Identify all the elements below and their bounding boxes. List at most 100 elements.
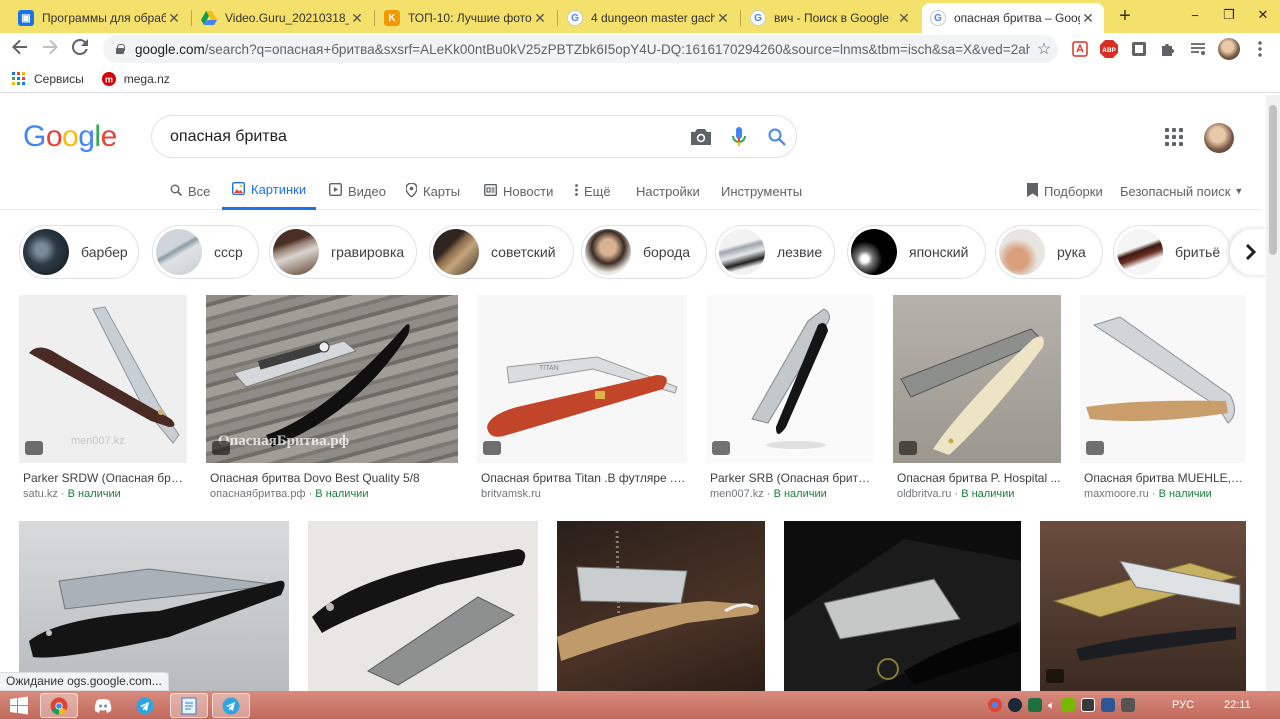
chip-engraving[interactable]: гравировка bbox=[269, 225, 417, 279]
tab-settings[interactable]: Настройки bbox=[636, 172, 700, 210]
close-window-button[interactable]: ✕ bbox=[1246, 0, 1280, 30]
browser-tab[interactable]: K ТОП-10: Лучшие фотор ✕ bbox=[376, 3, 556, 33]
chip-hand[interactable]: рука bbox=[995, 225, 1103, 279]
tab-close-icon[interactable]: ✕ bbox=[1080, 10, 1096, 27]
google-logo[interactable]: Google bbox=[23, 120, 117, 154]
image-result[interactable]: TITAN Опасная бритва Titan .В футляре . … bbox=[477, 295, 687, 505]
browser-tab-active[interactable]: G опасная бритва – Goog ✕ bbox=[922, 3, 1104, 33]
forward-button[interactable] bbox=[38, 37, 62, 61]
start-button[interactable] bbox=[2, 694, 36, 718]
profile-avatar[interactable] bbox=[1218, 38, 1240, 60]
camera-icon[interactable] bbox=[682, 118, 720, 156]
tray-app-icon[interactable] bbox=[1101, 698, 1116, 712]
result-thumbnail[interactable]: TITAN bbox=[477, 295, 687, 463]
taskbar-chrome[interactable] bbox=[40, 693, 78, 718]
tab-maps[interactable]: Карты bbox=[405, 172, 460, 210]
browser-tab[interactable]: G 4 dungeon master gachi ✕ bbox=[559, 3, 739, 33]
result-source[interactable]: britvamsk.ru bbox=[481, 488, 541, 500]
tab-close-icon[interactable]: ✕ bbox=[715, 10, 731, 27]
media-icon[interactable] bbox=[1129, 39, 1149, 59]
tray-app-icon[interactable] bbox=[1028, 698, 1042, 712]
image-result[interactable]: Опасная бритва P. Hospital ... oldbritva… bbox=[893, 295, 1061, 505]
result-caption[interactable]: Опасная бритва MUEHLE, о... bbox=[1084, 471, 1246, 485]
result-caption[interactable]: Опасная бритва Dovo Best Quality 5/8 bbox=[210, 471, 458, 485]
result-source[interactable]: men007.kz · В наличии bbox=[710, 488, 827, 500]
address-bar[interactable]: google.com/search?q=опасная+бритва&sxsrf… bbox=[103, 35, 1058, 63]
network-icon[interactable] bbox=[1081, 698, 1096, 712]
image-result[interactable] bbox=[19, 521, 289, 691]
bookmark-star-icon[interactable]: ☆ bbox=[1030, 39, 1058, 59]
result-caption[interactable]: Parker SRDW (Опасная брит... bbox=[23, 471, 187, 485]
taskbar-telegram[interactable] bbox=[126, 693, 164, 718]
result-source[interactable]: maxmoore.ru · В наличии bbox=[1084, 488, 1212, 500]
account-avatar[interactable] bbox=[1204, 123, 1234, 153]
result-thumbnail[interactable] bbox=[557, 521, 765, 691]
tab-news[interactable]: Новости bbox=[483, 172, 553, 210]
image-result[interactable]: ОпаснаяБритва.рф Опасная бритва Dovo Bes… bbox=[206, 295, 458, 505]
tab-more[interactable]: Ещё bbox=[575, 172, 611, 210]
browser-tab[interactable]: G вич - Поиск в Google ✕ bbox=[742, 3, 920, 33]
language-indicator[interactable]: РУС bbox=[1172, 691, 1194, 719]
image-result[interactable] bbox=[557, 521, 765, 691]
result-caption[interactable]: Parker SRB (Опасная бритва... bbox=[710, 471, 874, 485]
url-text[interactable]: google.com/search?q=опасная+бритва&sxsrf… bbox=[135, 42, 1030, 57]
tab-close-icon[interactable]: ✕ bbox=[532, 10, 548, 27]
scrollbar-thumb[interactable] bbox=[1269, 105, 1277, 255]
nvidia-icon[interactable] bbox=[1061, 698, 1076, 712]
puzzle-icon[interactable] bbox=[1158, 39, 1178, 59]
reading-list-icon[interactable] bbox=[1188, 39, 1208, 59]
chip-japanese[interactable]: японский bbox=[847, 225, 986, 279]
back-button[interactable] bbox=[8, 37, 32, 61]
safe-search-toggle[interactable]: Безопасный поиск ▼ bbox=[1120, 172, 1243, 210]
tab-video[interactable]: Видео bbox=[328, 172, 386, 210]
microphone-icon[interactable] bbox=[720, 118, 758, 156]
image-result[interactable] bbox=[784, 521, 1021, 691]
tab-close-icon[interactable]: ✕ bbox=[166, 10, 182, 27]
result-thumbnail[interactable]: men007.kz bbox=[19, 295, 187, 463]
result-caption[interactable]: Опасная бритва Titan .В футляре . –... bbox=[481, 471, 687, 485]
result-thumbnail[interactable] bbox=[308, 521, 538, 691]
result-thumbnail[interactable] bbox=[19, 521, 289, 691]
more-vert-icon[interactable] bbox=[1250, 39, 1270, 59]
taskbar-notepad[interactable] bbox=[170, 693, 208, 718]
result-thumbnail[interactable] bbox=[1080, 295, 1246, 463]
bookmark-mega[interactable]: m mega.nz bbox=[101, 71, 170, 86]
image-result[interactable]: Parker SRB (Опасная бритва... men007.kz … bbox=[706, 295, 874, 505]
result-source[interactable]: oldbritva.ru · В наличии bbox=[897, 488, 1014, 500]
result-thumbnail[interactable] bbox=[706, 295, 874, 463]
volume-icon[interactable]: 🔈︎ bbox=[1048, 698, 1055, 713]
reload-button[interactable] bbox=[68, 37, 92, 61]
browser-tab[interactable]: ▣ Программы для обработ ✕ bbox=[10, 3, 190, 33]
image-result[interactable]: men007.kz Parker SRDW (Опасная брит... s… bbox=[19, 295, 187, 505]
chip-barber[interactable]: барбер bbox=[19, 225, 139, 279]
tab-close-icon[interactable]: ✕ bbox=[349, 10, 365, 27]
search-icon[interactable] bbox=[758, 118, 796, 156]
tab-all[interactable]: Все bbox=[170, 172, 210, 210]
chip-shaving[interactable]: бритьё bbox=[1113, 225, 1229, 279]
google-apps-icon[interactable] bbox=[1165, 128, 1183, 146]
image-result[interactable]: Опасная бритва MUEHLE, о... maxmoore.ru … bbox=[1080, 295, 1246, 505]
chip-ussr[interactable]: ссср bbox=[152, 225, 259, 279]
new-tab-button[interactable]: + bbox=[1114, 5, 1136, 27]
taskbar-discord[interactable] bbox=[84, 693, 122, 718]
battery-icon[interactable] bbox=[1121, 698, 1136, 712]
taskbar-telegram-window[interactable] bbox=[212, 693, 250, 718]
adblock-icon[interactable]: ABP bbox=[1099, 39, 1119, 59]
result-thumbnail[interactable] bbox=[893, 295, 1061, 463]
collections-link[interactable]: Подборки bbox=[1027, 172, 1103, 210]
search-input[interactable]: опасная бритва bbox=[151, 115, 797, 158]
chip-soviet[interactable]: советский bbox=[429, 225, 574, 279]
result-thumbnail[interactable]: ОпаснаяБритва.рф bbox=[206, 295, 458, 463]
search-query[interactable]: опасная бритва bbox=[170, 128, 682, 146]
bookmark-services[interactable]: Сервисы bbox=[12, 71, 84, 86]
minimize-button[interactable]: − bbox=[1178, 0, 1212, 30]
tab-tools[interactable]: Инструменты bbox=[721, 172, 802, 210]
maximize-button[interactable]: ❐ bbox=[1212, 0, 1246, 30]
translate-icon[interactable] bbox=[1070, 39, 1090, 59]
result-source[interactable]: опаснаябритва.рф · В наличии bbox=[210, 488, 368, 500]
result-caption[interactable]: Опасная бритва P. Hospital ... bbox=[897, 471, 1061, 485]
chip-blade[interactable]: лезвие bbox=[715, 225, 835, 279]
result-thumbnail[interactable] bbox=[1040, 521, 1246, 691]
clock[interactable]: 22:11 bbox=[1224, 691, 1251, 719]
tab-images[interactable]: Картинки bbox=[222, 172, 317, 210]
